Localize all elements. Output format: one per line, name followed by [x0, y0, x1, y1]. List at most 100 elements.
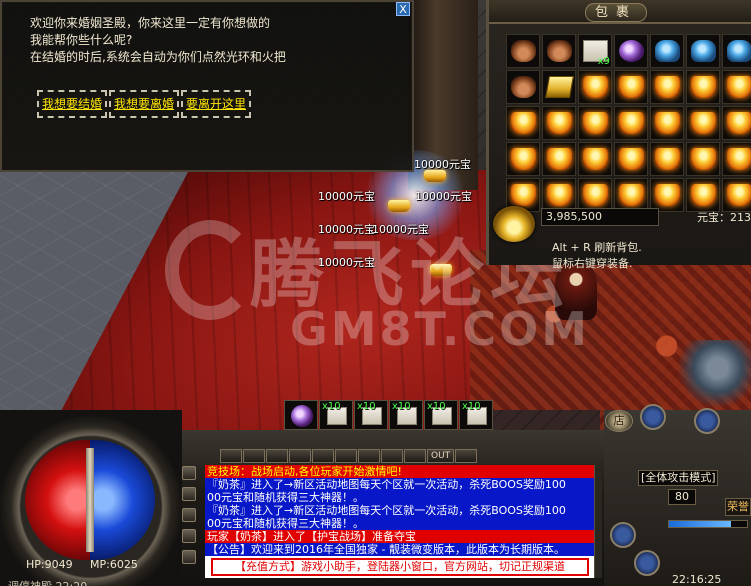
inventory-slot[interactable] [542, 34, 576, 68]
blue-jar-icon [727, 40, 751, 62]
inventory-slot[interactable] [614, 70, 648, 104]
ground-loot-label[interactable]: 10000元宝 [414, 156, 471, 172]
inventory-slot[interactable] [506, 142, 540, 176]
gold-ingot-icon [583, 184, 608, 206]
gold-ingot-icon [727, 148, 751, 170]
inventory-slot[interactable] [506, 34, 540, 68]
leave-button[interactable]: 要离开这里 [181, 90, 252, 118]
menu-bag-button[interactable] [182, 487, 196, 501]
map-location: 调停神殿 22:20 [8, 578, 87, 586]
skill-slot-icon[interactable] [634, 550, 660, 576]
skill-slot-icon[interactable] [694, 408, 720, 434]
chat-tab[interactable] [381, 449, 403, 463]
inventory-slot[interactable] [722, 70, 751, 104]
inventory-slot[interactable] [650, 34, 684, 68]
quick-slot[interactable]: x10 [424, 400, 458, 430]
chat-tab[interactable] [220, 449, 242, 463]
inventory-header[interactable]: 包裹 [489, 0, 751, 24]
gold-ingot-icon [691, 76, 716, 98]
inventory-slot[interactable] [614, 34, 648, 68]
menu-skill-button[interactable] [182, 508, 196, 522]
chat-tab[interactable] [455, 449, 478, 463]
inventory-slot[interactable] [686, 34, 720, 68]
gold-ingot-icon [511, 148, 536, 170]
gold-ingot-icon [619, 184, 644, 206]
chat-scrollbar[interactable] [594, 465, 602, 578]
inventory-slot[interactable] [542, 142, 576, 176]
gold-ingot-icon [655, 112, 680, 134]
inventory-slot[interactable] [650, 70, 684, 104]
menu-guild-button[interactable] [182, 550, 196, 564]
menu-character-button[interactable] [182, 466, 196, 480]
chat-tab[interactable] [335, 449, 357, 463]
shop-button[interactable]: 店 [605, 410, 633, 432]
magic-orb-icon [619, 40, 644, 62]
magic-orb-icon [291, 405, 313, 427]
sack-icon [511, 40, 536, 62]
inventory-slot[interactable]: x9 [578, 34, 612, 68]
inventory-slot[interactable] [578, 142, 612, 176]
honor-button[interactable]: 荣誉 [725, 498, 751, 516]
skill-slot-icon[interactable] [640, 404, 666, 430]
gold-ingot-icon [691, 184, 716, 206]
inventory-panel: 包裹 x9 3,985,500 元宝：213,6 Alt + R 刷新背包. 鼠… [486, 0, 751, 270]
chat-line: 竞技场：战场启动,各位玩家开始激情吧! [205, 465, 594, 478]
inventory-slot[interactable] [578, 70, 612, 104]
marry-button[interactable]: 我想要结婚 [37, 90, 108, 118]
inventory-slot[interactable] [578, 106, 612, 140]
inventory-slot[interactable] [722, 106, 751, 140]
ground-loot-label[interactable]: 10000元宝 [415, 188, 472, 204]
npc-text-line: 我能帮你些什么呢? [30, 33, 133, 47]
divorce-button[interactable]: 我想要离婚 [109, 90, 180, 118]
gold-ingot-icon [619, 76, 644, 98]
inventory-slot[interactable] [686, 106, 720, 140]
quick-slot[interactable]: x10 [319, 400, 353, 430]
chat-line: 【公告】欢迎来到2016年全国独家 - 靓装微变版本，此版本为长期版本。 [205, 543, 594, 556]
inventory-slot[interactable] [686, 142, 720, 176]
ground-loot-label[interactable]: 10000元宝 [318, 188, 375, 204]
gold-ingot-icon [655, 184, 680, 206]
chat-tab[interactable] [266, 449, 288, 463]
chat-tab[interactable] [312, 449, 334, 463]
chat-line: 『奶茶』进入了→新区活动地图每天个区就一次活动，杀死BOOS奖励100 [205, 478, 594, 491]
gold-ingot-icon [619, 148, 644, 170]
sack-icon [511, 76, 536, 98]
gold-ingot-icon [511, 112, 536, 134]
gold-ingot-icon [547, 184, 572, 206]
inventory-slot[interactable] [722, 34, 751, 68]
chat-tab[interactable] [289, 449, 311, 463]
close-icon[interactable]: X [396, 2, 410, 16]
inventory-slot[interactable] [650, 142, 684, 176]
quick-slot[interactable]: x10 [354, 400, 388, 430]
inventory-slot[interactable] [542, 70, 576, 104]
inventory-slot[interactable] [722, 142, 751, 176]
chat-line: 00元宝和随机获得三大神器！。 [205, 517, 594, 530]
exp-fill [669, 521, 732, 527]
inventory-slot[interactable] [614, 106, 648, 140]
npc-dialog: X 欢迎你来婚姻圣殿，你来这里一定有你想做的 我能帮你些什么呢? 在结婚的时后,… [0, 0, 414, 172]
gold-ingot-icon [511, 184, 536, 206]
side-menu [182, 466, 198, 571]
npc-choices: 我想要结婚 我想要离婚 要离开这里 [37, 90, 253, 118]
menu-group-button[interactable] [182, 529, 196, 543]
inventory-slot[interactable] [614, 142, 648, 176]
gold-ingot-icon [691, 148, 716, 170]
watermark-url: GM8T.COM [290, 302, 591, 356]
inventory-slot[interactable] [686, 70, 720, 104]
item-count: x10 [427, 401, 446, 412]
chat-tab[interactable] [243, 449, 265, 463]
inventory-slot[interactable] [542, 106, 576, 140]
chat-tab[interactable] [358, 449, 380, 463]
quick-slot[interactable] [284, 400, 318, 430]
skill-slot-icon[interactable] [610, 522, 636, 548]
chat-tab[interactable]: OUT [427, 449, 455, 463]
quick-slot[interactable]: x10 [389, 400, 423, 430]
attack-mode[interactable]: [全体攻击模式] [638, 470, 718, 486]
quick-slot[interactable]: x10 [459, 400, 493, 430]
inventory-slot[interactable] [506, 70, 540, 104]
inventory-title: 包裹 [585, 3, 647, 22]
gold-ingot-drop[interactable] [388, 200, 410, 212]
inventory-slot[interactable] [506, 106, 540, 140]
chat-tab[interactable] [404, 449, 426, 463]
inventory-slot[interactable] [650, 106, 684, 140]
